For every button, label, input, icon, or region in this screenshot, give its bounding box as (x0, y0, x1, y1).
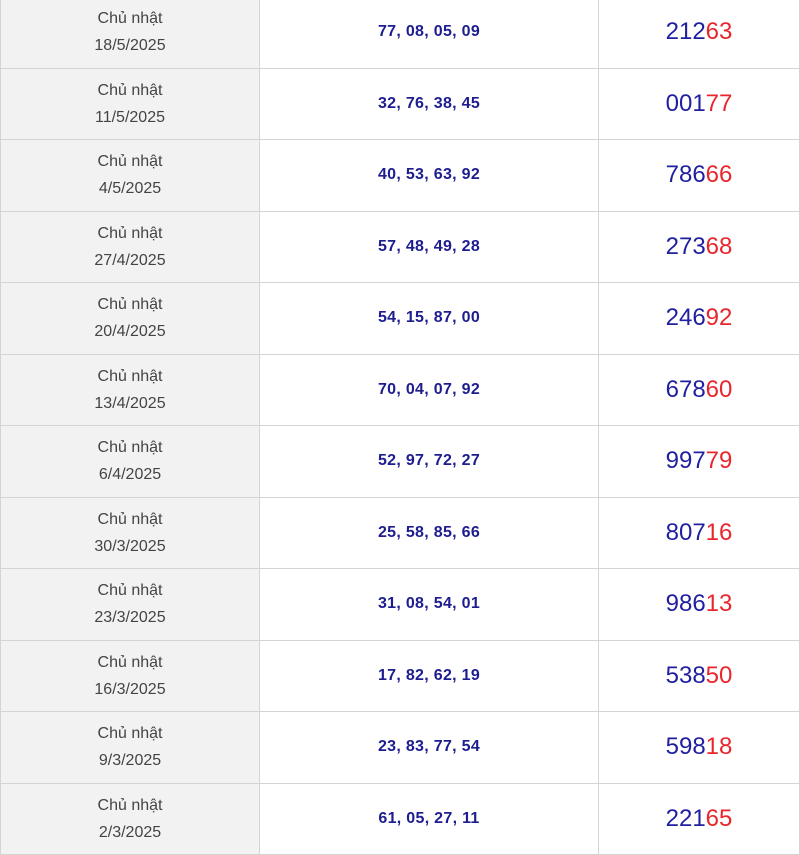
date-cell: Chủ nhật 11/5/2025 (0, 67, 260, 140)
date-cell: Chủ nhật 18/5/2025 (0, 0, 260, 69)
loto-pairs: 23, 83, 77, 54 (259, 711, 599, 784)
results-table: Chủ nhật 18/5/2025 77, 08, 05, 09 21263 … (0, 0, 800, 855)
special-prize: 67860 (598, 353, 800, 426)
weekday-label: Chủ nhật (97, 224, 163, 242)
weekday-label: Chủ nhật (97, 653, 163, 671)
weekday-label: Chủ nhật (97, 367, 163, 385)
special-prize: 98613 (598, 568, 800, 641)
special-prize-tail: 60 (705, 375, 733, 403)
special-prize: 00177 (598, 67, 800, 140)
loto-pairs: 54, 15, 87, 00 (259, 282, 599, 355)
table-row: Chủ nhật 2/3/2025 61, 05, 27, 11 22165 (0, 782, 800, 855)
date-cell: Chủ nhật 30/3/2025 (0, 496, 260, 569)
loto-pairs: 77, 08, 05, 09 (259, 0, 599, 69)
loto-pairs: 17, 82, 62, 19 (259, 639, 599, 712)
special-prize-head: 212 (665, 18, 706, 46)
special-prize: 99779 (598, 425, 800, 498)
special-prize: 22165 (598, 782, 800, 855)
loto-pairs: 61, 05, 27, 11 (259, 782, 599, 855)
special-prize: 24692 (598, 282, 800, 355)
date-cell: Chủ nhật 13/4/2025 (0, 353, 260, 426)
date-cell: Chủ nhật 2/3/2025 (0, 782, 260, 855)
draw-date: 27/4/2025 (94, 251, 166, 269)
special-prize-tail: 63 (705, 18, 733, 46)
special-prize: 80716 (598, 496, 800, 569)
table-row: Chủ nhật 20/4/2025 54, 15, 87, 00 24692 (0, 282, 800, 355)
special-prize: 53850 (598, 639, 800, 712)
loto-pairs: 40, 53, 63, 92 (259, 139, 599, 212)
weekday-label: Chủ nhật (97, 296, 163, 314)
results-body: Chủ nhật 18/5/2025 77, 08, 05, 09 21263 … (0, 0, 800, 855)
table-row: Chủ nhật 30/3/2025 25, 58, 85, 66 80716 (0, 496, 800, 569)
loto-pairs: 32, 76, 38, 45 (259, 67, 599, 140)
special-prize-tail: 68 (705, 232, 733, 260)
weekday-label: Chủ nhật (97, 81, 163, 99)
special-prize-head: 221 (665, 804, 706, 832)
special-prize-head: 997 (665, 447, 706, 475)
draw-date: 6/4/2025 (98, 466, 162, 484)
weekday-label: Chủ nhật (97, 439, 163, 457)
special-prize-tail: 92 (705, 304, 733, 332)
special-prize-head: 598 (665, 733, 706, 761)
date-cell: Chủ nhật 23/3/2025 (0, 568, 260, 641)
weekday-label: Chủ nhật (97, 10, 163, 28)
weekday-label: Chủ nhật (97, 510, 163, 528)
table-row: Chủ nhật 23/3/2025 31, 08, 54, 01 98613 (0, 568, 800, 641)
weekday-label: Chủ nhật (97, 796, 163, 814)
special-prize-head: 001 (665, 89, 706, 117)
loto-pairs: 70, 04, 07, 92 (259, 353, 599, 426)
special-prize-head: 273 (665, 232, 706, 260)
table-row: Chủ nhật 4/5/2025 40, 53, 63, 92 78666 (0, 139, 800, 212)
special-prize-head: 807 (665, 518, 706, 546)
draw-date: 2/3/2025 (98, 823, 162, 841)
date-cell: Chủ nhật 27/4/2025 (0, 210, 260, 283)
special-prize-tail: 79 (705, 447, 733, 475)
loto-pairs: 52, 97, 72, 27 (259, 425, 599, 498)
special-prize-head: 538 (665, 661, 706, 689)
date-cell: Chủ nhật 16/3/2025 (0, 639, 260, 712)
draw-date: 20/4/2025 (94, 323, 166, 341)
special-prize: 21263 (598, 0, 800, 69)
special-prize-head: 986 (665, 590, 706, 618)
draw-date: 4/5/2025 (98, 180, 162, 198)
table-row: Chủ nhật 13/4/2025 70, 04, 07, 92 67860 (0, 353, 800, 426)
weekday-label: Chủ nhật (97, 725, 163, 743)
special-prize-tail: 13 (705, 590, 733, 618)
date-cell: Chủ nhật 20/4/2025 (0, 282, 260, 355)
special-prize-head: 786 (665, 161, 706, 189)
draw-date: 16/3/2025 (94, 680, 166, 698)
table-row: Chủ nhật 27/4/2025 57, 48, 49, 28 27368 (0, 210, 800, 283)
special-prize-tail: 66 (705, 161, 733, 189)
draw-date: 11/5/2025 (95, 108, 165, 126)
table-row: Chủ nhật 6/4/2025 52, 97, 72, 27 99779 (0, 425, 800, 498)
loto-pairs: 25, 58, 85, 66 (259, 496, 599, 569)
special-prize-tail: 16 (705, 518, 733, 546)
draw-date: 18/5/2025 (94, 37, 166, 55)
special-prize-tail: 65 (705, 804, 733, 832)
special-prize-head: 678 (665, 375, 706, 403)
table-row: Chủ nhật 18/5/2025 77, 08, 05, 09 21263 (0, 0, 800, 69)
special-prize: 27368 (598, 210, 800, 283)
weekday-label: Chủ nhật (97, 582, 163, 600)
date-cell: Chủ nhật 9/3/2025 (0, 711, 260, 784)
table-row: Chủ nhật 11/5/2025 32, 76, 38, 45 00177 (0, 67, 800, 140)
draw-date: 30/3/2025 (94, 537, 166, 555)
special-prize: 78666 (598, 139, 800, 212)
draw-date: 23/3/2025 (94, 609, 166, 627)
special-prize: 59818 (598, 711, 800, 784)
date-cell: Chủ nhật 6/4/2025 (0, 425, 260, 498)
special-prize-tail: 50 (705, 661, 733, 689)
special-prize-tail: 77 (705, 89, 733, 117)
table-row: Chủ nhật 9/3/2025 23, 83, 77, 54 59818 (0, 711, 800, 784)
weekday-label: Chủ nhật (97, 153, 163, 171)
draw-date: 9/3/2025 (98, 752, 162, 770)
special-prize-head: 246 (665, 304, 706, 332)
loto-pairs: 31, 08, 54, 01 (259, 568, 599, 641)
special-prize-tail: 18 (705, 733, 733, 761)
table-row: Chủ nhật 16/3/2025 17, 82, 62, 19 53850 (0, 639, 800, 712)
date-cell: Chủ nhật 4/5/2025 (0, 139, 260, 212)
loto-pairs: 57, 48, 49, 28 (259, 210, 599, 283)
draw-date: 13/4/2025 (94, 394, 166, 412)
